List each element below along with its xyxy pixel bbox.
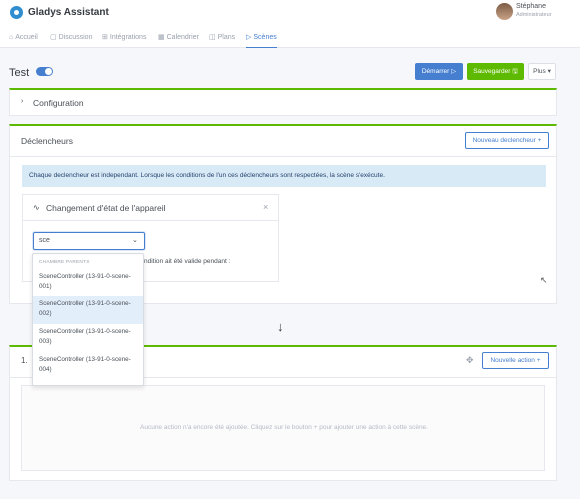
- empty-actions-message: Aucune action n'a encore été ajoutée. Cl…: [140, 424, 428, 431]
- nav-label: Plans: [217, 34, 236, 41]
- condition-duration-label: ndition ait été valide pendant :: [144, 258, 231, 265]
- chat-icon: ▢: [50, 34, 57, 41]
- configuration-title: Configuration: [33, 98, 84, 108]
- action-group-number: 1.: [21, 356, 28, 365]
- configuration-card[interactable]: › Configuration: [9, 88, 557, 116]
- nav-label: Accueil: [15, 34, 38, 41]
- chevron-down-icon[interactable]: ⌄: [132, 236, 138, 244]
- nav-label: Intégrations: [109, 34, 147, 41]
- start-button[interactable]: Démarrer ▷: [415, 63, 463, 80]
- divider: [10, 156, 556, 157]
- activity-icon: ∿: [33, 203, 40, 212]
- dropdown-group-label: CHAMBRE PARENTS: [39, 260, 90, 265]
- dropdown-option[interactable]: SceneController (13-91-0-scene-003): [33, 324, 143, 352]
- map-icon: ◫: [209, 34, 216, 41]
- nav-label: Calendrier: [166, 34, 199, 41]
- gladys-logo-icon[interactable]: [10, 6, 23, 19]
- device-select[interactable]: sce ⌄: [33, 232, 145, 250]
- brand-name[interactable]: Gladys Assistant: [28, 7, 109, 18]
- chevron-right-icon: ›: [21, 98, 24, 105]
- dropdown-option[interactable]: SceneController (13-91-0-scene-001): [33, 269, 143, 297]
- nav-item-scenes[interactable]: ▷ Scènes: [246, 28, 277, 48]
- dropdown-option[interactable]: SceneController (13-91-0-scene-004): [33, 352, 143, 380]
- grid-icon: ⊞: [102, 34, 108, 41]
- trigger-title: Changement d'état de l'appareil: [46, 203, 166, 213]
- divider: [23, 220, 278, 221]
- device-dropdown-menu: CHAMBRE PARENTS SceneController (13-91-0…: [32, 253, 144, 386]
- nav-item-plans[interactable]: ◫ Plans: [209, 28, 235, 48]
- more-button[interactable]: Plus ▾: [528, 63, 556, 80]
- scene-active-toggle[interactable]: [36, 67, 53, 76]
- nav-item-calendrier[interactable]: ▦ Calendrier: [158, 28, 199, 48]
- main-nav: ⌂ Accueil ▢ Discussion ⊞ Intégrations ▦ Cale…: [0, 28, 580, 48]
- user-role: Administrateur: [516, 12, 552, 18]
- avatar[interactable]: [496, 3, 513, 20]
- dropdown-option-selected[interactable]: SceneController (13-91-0-scene-002): [33, 296, 143, 324]
- move-icon[interactable]: ✥: [466, 355, 474, 366]
- empty-actions-dropzone: Aucune action n'a encore été ajoutée. Cl…: [21, 385, 545, 471]
- scene-title: Test: [9, 67, 30, 79]
- info-alert: Chaque declencheur est independant. Lors…: [22, 165, 546, 187]
- home-icon: ⌂: [9, 34, 14, 41]
- new-action-button[interactable]: Nouvelle action +: [482, 352, 549, 369]
- mouse-cursor-icon: ↖: [540, 275, 548, 285]
- close-icon[interactable]: ×: [263, 202, 268, 212]
- nav-item-accueil[interactable]: ⌂ Accueil: [9, 28, 38, 48]
- play-icon: ▷: [246, 34, 252, 41]
- nav-item-integrations[interactable]: ⊞ Intégrations: [102, 28, 146, 48]
- new-trigger-button[interactable]: Nouveau declencheur +: [465, 132, 549, 149]
- save-button[interactable]: Sauvegarder 🖫: [467, 63, 524, 80]
- nav-label: Discussion: [58, 34, 93, 41]
- triggers-title: Déclencheurs: [21, 136, 73, 146]
- arrow-down-icon: ↓: [277, 319, 284, 334]
- nav-label: Scènes: [253, 34, 277, 41]
- top-header: Gladys Assistant Stéphane Administrateur: [0, 0, 580, 28]
- user-name[interactable]: Stéphane: [516, 3, 546, 10]
- calendar-icon: ▦: [158, 34, 165, 41]
- device-select-value[interactable]: sce: [39, 237, 50, 244]
- nav-item-discussion[interactable]: ▢ Discussion: [50, 28, 92, 48]
